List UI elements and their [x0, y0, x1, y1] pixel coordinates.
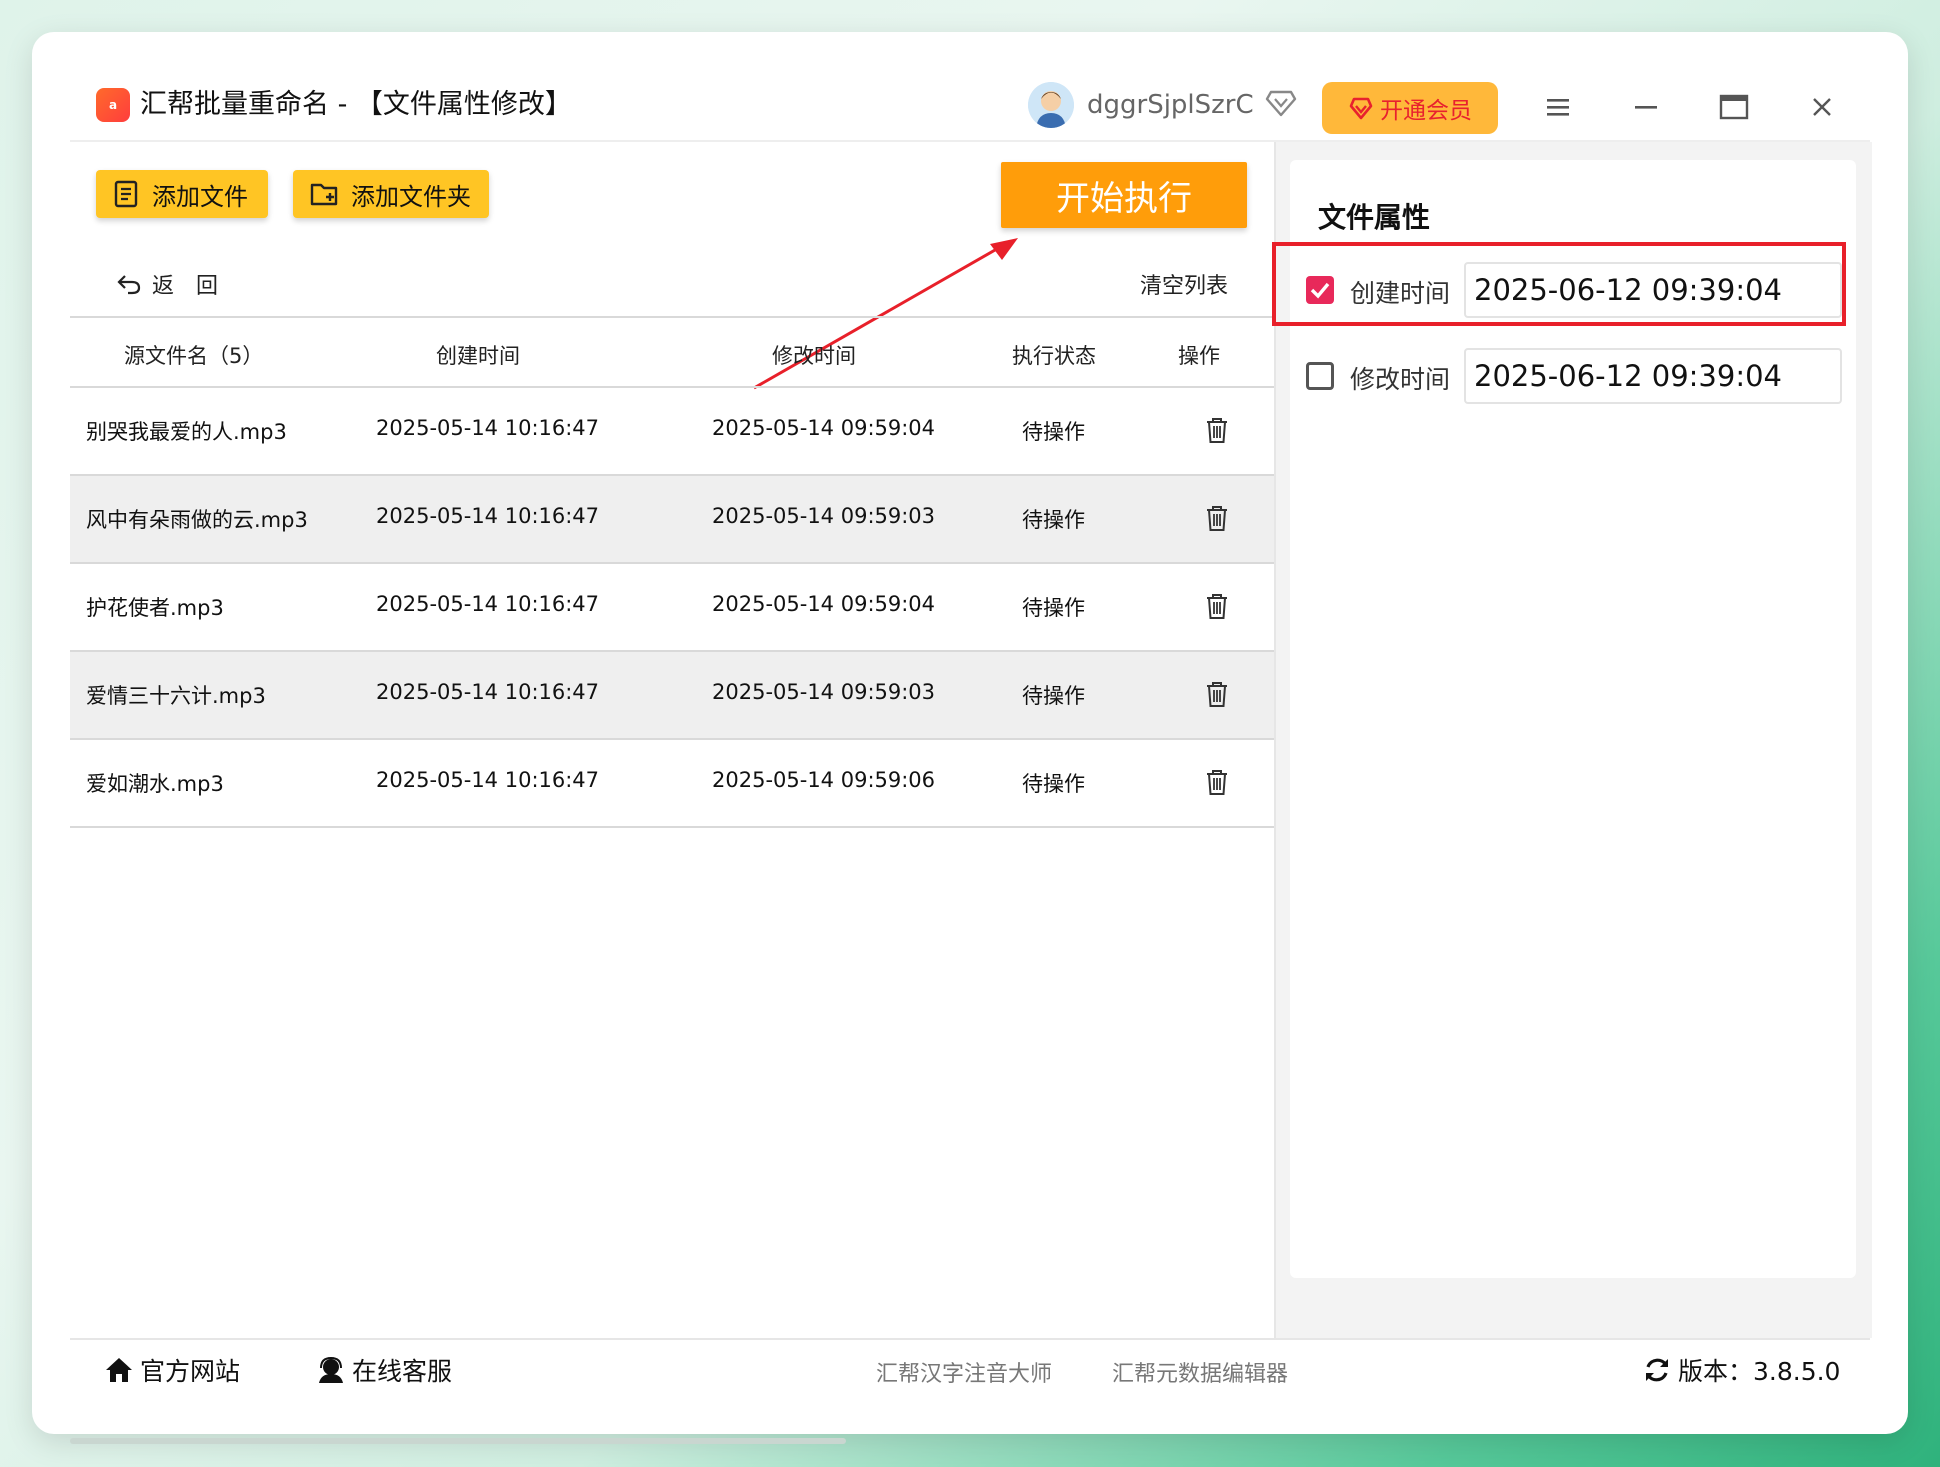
start-button[interactable]: 开始执行: [1001, 162, 1247, 228]
created-time-input[interactable]: 2025-06-12 09:39:04: [1464, 262, 1842, 318]
support-agent-icon: [319, 1356, 343, 1383]
delete-trash-icon[interactable]: [1204, 680, 1230, 708]
add-folder-button[interactable]: 添加文件夹: [293, 170, 489, 218]
add-file-button[interactable]: 添加文件: [96, 170, 268, 218]
table-row[interactable]: 护花使者.mp3 2025-05-14 10:16:47 2025-05-14 09…: [70, 564, 1274, 652]
modified-time-cell: 2025-05-14 09:59:03: [712, 504, 936, 528]
modified-time-checkbox[interactable]: [1306, 362, 1334, 390]
clear-list-button[interactable]: 清空列表: [1140, 268, 1228, 300]
official-website-label: 官方网站: [140, 1357, 241, 1386]
delete-trash-icon[interactable]: [1204, 592, 1230, 620]
official-website-link[interactable]: 官方网站: [104, 1352, 240, 1388]
modified-time-label: 修改时间: [1350, 365, 1451, 394]
hamburger-menu-icon: [1547, 99, 1569, 116]
created-time-cell: 2025-05-14 10:16:47: [376, 592, 600, 616]
modified-time-input[interactable]: 2025-06-12 09:39:04: [1464, 348, 1842, 404]
created-time-label: 创建时间: [1350, 279, 1451, 308]
back-arrow-icon: [117, 275, 141, 295]
window-title: 汇帮批量重命名 - 【文件属性修改】: [140, 89, 572, 120]
avatar[interactable]: [1028, 82, 1074, 128]
status-cell: 待操作: [1022, 596, 1085, 620]
column-header-name: 源文件名（5）: [124, 344, 264, 368]
created-time-cell: 2025-05-14 10:16:47: [376, 768, 600, 792]
table-row[interactable]: 别哭我最爱的人.mp3 2025-05-14 10:16:47 2025-05-14…: [70, 388, 1274, 476]
status-cell: 待操作: [1022, 772, 1085, 796]
app-logo-icon: a: [96, 88, 130, 122]
created-time-checkbox[interactable]: [1306, 276, 1334, 304]
file-name-cell: 风中有朵雨做的云.mp3: [86, 508, 308, 532]
footer-divider: [70, 1338, 1870, 1340]
close-icon: [1813, 98, 1831, 116]
maximize-icon: [1719, 94, 1749, 120]
delete-trash-icon[interactable]: [1204, 768, 1230, 796]
metadata-editor-link[interactable]: 汇帮元数据编辑器: [1112, 1356, 1288, 1388]
delete-trash-icon[interactable]: [1204, 416, 1230, 444]
status-cell: 待操作: [1022, 684, 1085, 708]
table-row[interactable]: 爱情三十六计.mp3 2025-05-14 10:16:47 2025-05-14 …: [70, 652, 1274, 740]
table-top-border: [70, 316, 1274, 318]
created-time-cell: 2025-05-14 10:16:47: [376, 504, 600, 528]
modified-time-cell: 2025-05-14 09:59:03: [712, 680, 936, 704]
horizontal-scrollbar[interactable]: [70, 1438, 846, 1444]
properties-title: 文件属性: [1318, 201, 1431, 234]
column-header-created: 创建时间: [436, 344, 520, 368]
checkmark-icon: [1310, 282, 1330, 299]
modified-time-cell: 2025-05-14 09:59:04: [712, 416, 936, 440]
table-row[interactable]: 风中有朵雨做的云.mp3 2025-05-14 10:16:47 2025-05-1…: [70, 476, 1274, 564]
properties-card: [1290, 160, 1856, 1278]
table-row[interactable]: 爱如潮水.mp3 2025-05-14 10:16:47 2025-05-14 09…: [70, 740, 1274, 828]
column-header-status: 执行状态: [1012, 344, 1096, 368]
file-name-cell: 护花使者.mp3: [86, 596, 224, 620]
version-info[interactable]: 版本：3.8.5.0: [1642, 1352, 1840, 1388]
status-cell: 待操作: [1022, 420, 1085, 444]
menu-button[interactable]: [1538, 87, 1578, 127]
add-folder-icon: [310, 183, 338, 206]
minimize-button[interactable]: [1626, 87, 1666, 127]
created-time-cell: 2025-05-14 10:16:47: [376, 680, 600, 704]
annotation-arrow-icon: [753, 238, 1018, 390]
version-label: 版本：3.8.5.0: [1678, 1357, 1841, 1386]
close-button[interactable]: [1802, 87, 1842, 127]
home-icon: [106, 1358, 132, 1382]
avatar-icon: [1028, 82, 1074, 128]
username[interactable]: dggrSjplSzrC: [1087, 88, 1254, 122]
open-vip-button[interactable]: 开通会员: [1322, 82, 1498, 134]
delete-trash-icon[interactable]: [1204, 504, 1230, 532]
file-name-cell: 爱情三十六计.mp3: [86, 684, 266, 708]
refresh-icon: [1646, 1358, 1668, 1382]
vip-heart-icon: [1349, 97, 1373, 120]
add-folder-label: 添加文件夹: [351, 182, 471, 211]
online-support-label: 在线客服: [352, 1357, 453, 1386]
back-label: 返 回: [152, 274, 219, 299]
add-file-icon: [114, 180, 138, 208]
minimize-icon: [1635, 106, 1657, 109]
status-cell: 待操作: [1022, 508, 1085, 532]
column-header-action: 操作: [1178, 344, 1220, 368]
pinyin-master-link[interactable]: 汇帮汉字注音大师: [876, 1356, 1052, 1388]
file-name-cell: 爱如潮水.mp3: [86, 772, 224, 796]
online-support-link[interactable]: 在线客服: [316, 1352, 452, 1388]
add-file-label: 添加文件: [152, 182, 248, 211]
vip-diamond-icon[interactable]: [1264, 86, 1298, 120]
file-name-cell: 别哭我最爱的人.mp3: [86, 420, 287, 444]
modified-time-cell: 2025-05-14 09:59:04: [712, 592, 936, 616]
maximize-button[interactable]: [1714, 87, 1754, 127]
column-header-modified: 修改时间: [772, 344, 856, 368]
open-vip-label: 开通会员: [1380, 98, 1472, 124]
modified-time-cell: 2025-05-14 09:59:06: [712, 768, 936, 792]
back-button[interactable]: 返 回: [116, 268, 218, 300]
created-time-cell: 2025-05-14 10:16:47: [376, 416, 600, 440]
